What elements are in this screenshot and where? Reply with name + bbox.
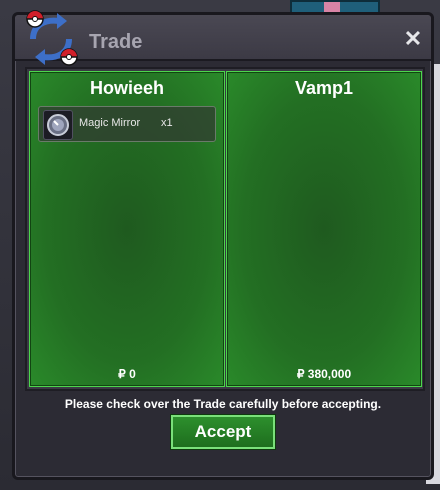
accept-button[interactable]: Accept xyxy=(171,415,275,449)
trade-notice: Please check over the Trade carefully be… xyxy=(64,397,382,411)
right-trade-panel[interactable]: Vamp1 ₽ 380,000 xyxy=(226,71,422,387)
trade-swap-icon xyxy=(26,10,78,66)
close-icon[interactable]: ✕ xyxy=(403,28,423,50)
magic-mirror-icon xyxy=(43,110,73,140)
window-title: Trade xyxy=(89,31,143,53)
right-player-name: Vamp1 xyxy=(294,78,354,98)
left-money: ₽ 0 xyxy=(118,367,136,381)
item-name: Magic Mirror xyxy=(79,117,141,129)
left-trade-panel[interactable]: Howieeh Magic Mirror x1 ₽ 0 xyxy=(29,71,225,387)
left-player-name: Howieeh xyxy=(89,78,164,98)
right-money: ₽ 380,000 xyxy=(296,367,352,381)
trade-item-slot[interactable]: Magic Mirror x1 xyxy=(38,106,216,142)
item-quantity: x1 xyxy=(161,117,173,129)
trade-window: Trade ✕ Howieeh Magic Mirror x1 ₽ 0 Vamp… xyxy=(12,10,434,480)
trade-panels: Howieeh Magic Mirror x1 ₽ 0 Vamp1 ₽ 380,… xyxy=(25,67,425,391)
